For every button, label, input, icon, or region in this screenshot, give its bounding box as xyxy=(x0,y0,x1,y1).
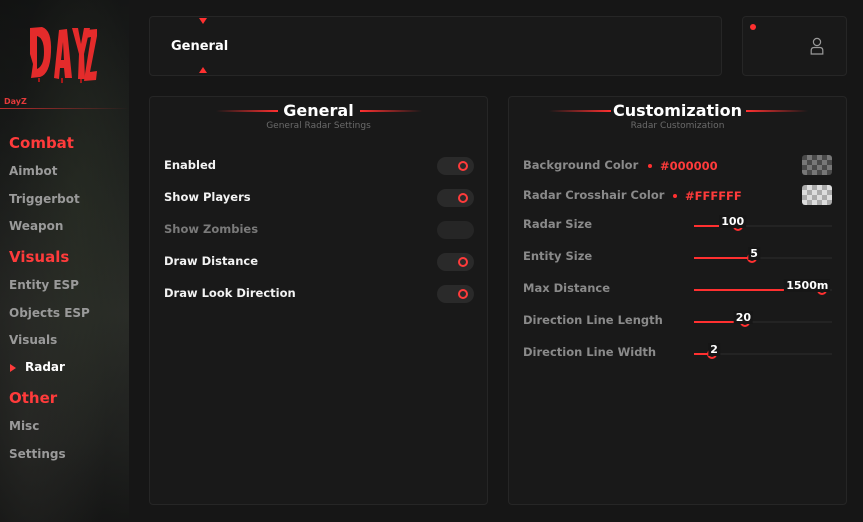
arrow-right-icon xyxy=(10,364,16,372)
tab-general[interactable]: General xyxy=(171,39,228,54)
direction-line-length-slider[interactable]: 20 xyxy=(694,311,832,329)
panel-title: Customization xyxy=(612,101,743,120)
show-players-toggle[interactable] xyxy=(437,189,474,207)
entity-size-slider[interactable]: 5 xyxy=(694,247,832,265)
nav-item-objects-esp[interactable]: Objects ESP xyxy=(9,306,90,320)
enabled-label: Enabled xyxy=(164,158,217,172)
entity-size-label: Entity Size xyxy=(523,249,593,263)
nav-item-entity-esp[interactable]: Entity ESP xyxy=(9,278,79,292)
crosshair-color-label: Radar Crosshair Color xyxy=(523,188,665,202)
nav-item-radar[interactable]: Radar xyxy=(25,360,65,374)
direction-line-width-label: Direction Line Width xyxy=(523,345,657,359)
user-box[interactable] xyxy=(742,16,847,76)
nav-item-triggerbot[interactable]: Triggerbot xyxy=(9,192,80,206)
direction-line-width-value: 2 xyxy=(708,343,720,356)
brand-name: DayZ xyxy=(4,97,27,106)
draw-look-direction-label: Draw Look Direction xyxy=(164,286,296,300)
nav-item-visuals[interactable]: Visuals xyxy=(9,333,57,347)
direction-line-length-label: Direction Line Length xyxy=(523,313,663,327)
nav-section-other: Other xyxy=(9,389,58,407)
nav-item-aimbot[interactable]: Aimbot xyxy=(9,164,57,178)
nav-section-combat: Combat xyxy=(9,134,74,152)
radar-size-value: 100 xyxy=(719,215,747,228)
customization-panel: Customization Radar Customization Backgr… xyxy=(508,96,847,505)
sidebar: DayZ Combat Aimbot Triggerbot Weapon Vis… xyxy=(0,0,129,522)
panel-subtitle: Radar Customization xyxy=(630,121,725,131)
nav-item-settings[interactable]: Settings xyxy=(9,447,66,461)
crosshair-color-hex: #FFFFFF xyxy=(685,189,742,203)
draw-distance-toggle[interactable] xyxy=(437,253,474,271)
triangle-up-icon xyxy=(199,67,207,73)
show-zombies-label: Show Zombies xyxy=(164,222,259,236)
app-root: DayZ Combat Aimbot Triggerbot Weapon Vis… xyxy=(0,0,863,522)
show-players-label: Show Players xyxy=(164,190,251,204)
separator-dot xyxy=(648,164,652,168)
background-color-label: Background Color xyxy=(523,158,639,172)
nav-item-weapon[interactable]: Weapon xyxy=(9,219,63,233)
status-dot xyxy=(750,24,756,30)
max-distance-label: Max Distance xyxy=(523,281,611,295)
triangle-down-icon xyxy=(199,18,207,24)
radar-size-slider[interactable]: 100 xyxy=(694,215,832,233)
background-color-hex: #000000 xyxy=(660,159,718,173)
dayz-logo xyxy=(30,27,97,83)
max-distance-value: 1500m xyxy=(784,279,831,292)
show-zombies-toggle[interactable] xyxy=(437,221,474,239)
max-distance-slider[interactable]: 1500m xyxy=(694,279,832,297)
crosshair-color-swatch[interactable] xyxy=(802,185,832,205)
direction-line-length-value: 20 xyxy=(733,311,754,324)
brand-divider xyxy=(0,108,129,109)
separator-dot xyxy=(673,194,677,198)
draw-look-direction-toggle[interactable] xyxy=(437,285,474,303)
user-icon[interactable] xyxy=(810,37,824,55)
radar-size-label: Radar Size xyxy=(523,217,592,231)
general-panel: General General Radar Settings Enabled S… xyxy=(149,96,488,505)
nav-item-misc[interactable]: Misc xyxy=(9,419,39,433)
panel-title: General xyxy=(283,101,354,120)
entity-size-value: 5 xyxy=(748,247,760,260)
enabled-toggle[interactable] xyxy=(437,157,474,175)
tab-bar: General xyxy=(149,16,722,76)
draw-distance-label: Draw Distance xyxy=(164,254,258,268)
nav-section-visuals: Visuals xyxy=(9,248,70,266)
panel-subtitle: General Radar Settings xyxy=(266,121,371,131)
direction-line-width-slider[interactable]: 2 xyxy=(694,343,832,361)
background-color-swatch[interactable] xyxy=(802,155,832,175)
